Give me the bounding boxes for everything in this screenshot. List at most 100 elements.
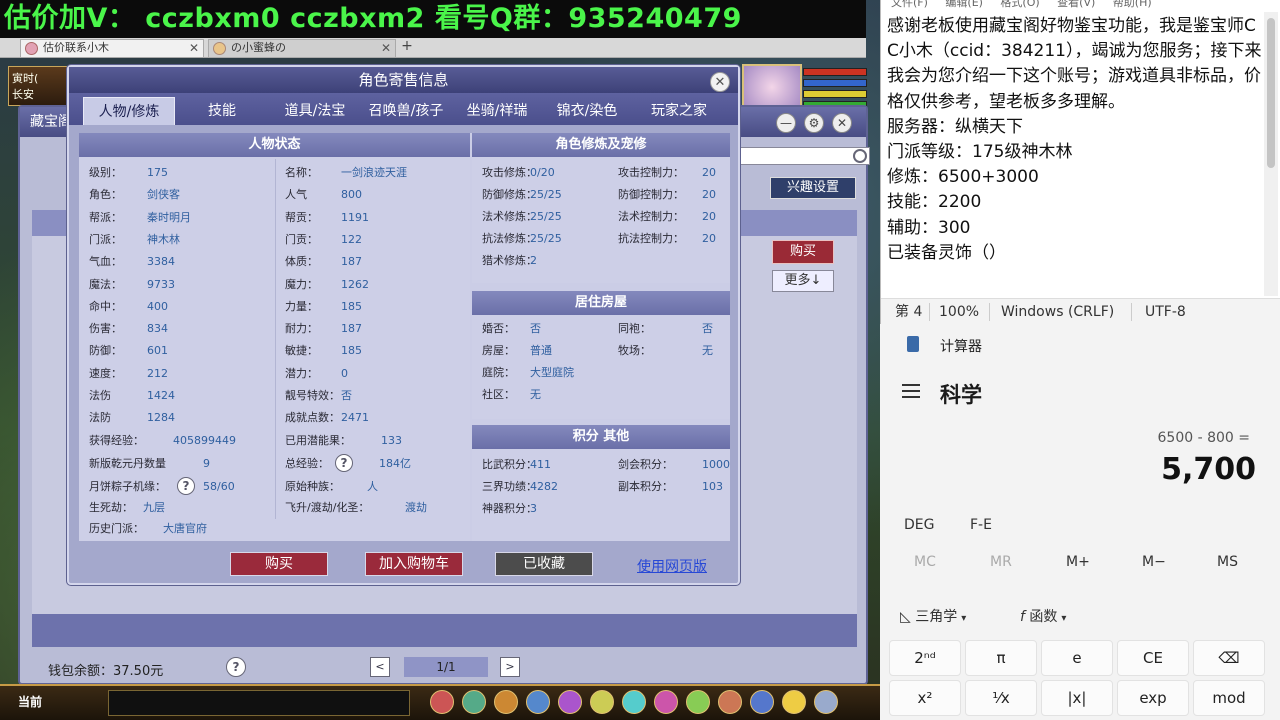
browser-tab-1[interactable]: 估价联系小木 ✕: [20, 39, 204, 57]
divider: [1131, 303, 1132, 321]
info-row: 三界功绩： 4282: [482, 479, 558, 495]
stat-row: 新版乾元丹数量 9: [89, 457, 210, 470]
info-row: 抗法控制力： 20: [618, 231, 716, 247]
stat-label: 魔力：: [285, 277, 318, 291]
search-input[interactable]: [740, 147, 870, 165]
square-key[interactable]: x²: [889, 680, 961, 716]
mod-key[interactable]: mod: [1193, 680, 1265, 716]
add-to-cart-button[interactable]: 加入购物车: [365, 552, 463, 576]
clear-entry-key[interactable]: CE: [1117, 640, 1189, 676]
chat-input[interactable]: [108, 690, 410, 716]
web-version-link[interactable]: 使用网页版: [637, 556, 707, 576]
deg-toggle[interactable]: DEG: [904, 517, 934, 533]
info-row: 牧场： 无: [618, 343, 713, 359]
euler-key[interactable]: e: [1041, 640, 1113, 676]
stat-row: 耐力： 187: [285, 321, 362, 337]
reciprocal-key[interactable]: ¹⁄x: [965, 680, 1037, 716]
tab-close-icon[interactable]: ✕: [381, 40, 391, 56]
prev-page-button[interactable]: <: [370, 657, 390, 677]
help-icon[interactable]: ?: [177, 477, 195, 495]
chat-channel-label[interactable]: 当前: [18, 693, 42, 710]
calculator-mode: 科学: [940, 383, 982, 407]
search-icon[interactable]: [853, 149, 867, 163]
absolute-key[interactable]: |x|: [1041, 680, 1113, 716]
hamburger-menu-icon[interactable]: [902, 384, 922, 400]
memory-subtract-button[interactable]: M−: [1142, 554, 1166, 570]
skill-icon[interactable]: [430, 690, 454, 714]
next-page-button[interactable]: >: [500, 657, 520, 677]
second-function-key[interactable]: 2ⁿᵈ: [889, 640, 961, 676]
function-menu[interactable]: f 函数 ▾: [1020, 606, 1066, 626]
memory-store-button[interactable]: MS: [1217, 554, 1238, 570]
notepad-window: 文件(F) 编辑(E) 格式(O) 查看(V) 帮助(H) 感谢老板使用藏宝阁好…: [880, 0, 1280, 324]
skill-icon[interactable]: [750, 690, 774, 714]
skill-icon[interactable]: [622, 690, 646, 714]
tab-mounts[interactable]: 坐骑/祥瑞: [455, 97, 539, 125]
skill-icon[interactable]: [686, 690, 710, 714]
gear-icon[interactable]: ⚙: [804, 113, 824, 133]
browser-tab-label: の小蜜蜂の: [231, 41, 286, 54]
notepad-menu-bar[interactable]: 文件(F) 编辑(E) 格式(O) 查看(V) 帮助(H): [881, 0, 1280, 10]
tab-player-home[interactable]: 玩家之家: [637, 97, 721, 125]
tab-pets[interactable]: 召唤兽/孩子: [359, 97, 453, 125]
skill-icon[interactable]: [654, 690, 678, 714]
skill-icon[interactable]: [558, 690, 582, 714]
info-value: 20: [702, 166, 716, 179]
skill-icon[interactable]: [782, 690, 806, 714]
dialog-close-icon[interactable]: ✕: [710, 72, 730, 92]
tab-items[interactable]: 道具/法宝: [273, 97, 357, 125]
browser-tab-2[interactable]: の小蜜蜂の ✕: [208, 39, 396, 57]
status-panel-title: 人物状态: [79, 133, 470, 157]
backspace-icon[interactable]: ⌫: [1193, 640, 1265, 676]
favorited-button[interactable]: 已收藏: [495, 552, 593, 576]
trigonometry-menu[interactable]: ◺ 三角学 ▾: [900, 606, 966, 626]
memory-recall-button[interactable]: MR: [990, 554, 1012, 570]
stat-value: 2471: [341, 411, 369, 425]
game-bottom-bar: 当前: [0, 684, 880, 720]
house-panel-title: 居住房屋: [472, 291, 730, 315]
stat-label: 门派：: [89, 232, 122, 246]
info-value: 1000: [702, 458, 730, 471]
tab-skills[interactable]: 技能: [191, 97, 253, 125]
character-avatar[interactable]: [742, 64, 802, 110]
more-button[interactable]: 更多↓: [772, 270, 834, 292]
side-buy-button[interactable]: 购买: [772, 240, 834, 264]
skill-icon[interactable]: [814, 690, 838, 714]
info-row: 抗法修炼： 25/25: [482, 231, 562, 247]
close-icon[interactable]: ✕: [832, 113, 852, 133]
skill-icon[interactable]: [494, 690, 518, 714]
stat-value: 否: [341, 389, 352, 402]
info-row: 神器积分： 3: [482, 501, 537, 517]
exp-key[interactable]: exp: [1117, 680, 1189, 716]
fe-toggle[interactable]: F-E: [970, 517, 992, 533]
tab-close-icon[interactable]: ✕: [189, 40, 199, 56]
stat-row: 气血： 3384: [89, 254, 175, 270]
stat-value: 秦时明月: [147, 210, 191, 224]
memory-clear-button[interactable]: MC: [914, 554, 936, 570]
minimize-icon[interactable]: —: [776, 113, 796, 133]
stat-row: 门派： 神木林: [89, 232, 180, 248]
info-row: 房屋： 普通: [482, 343, 552, 359]
skill-icon[interactable]: [462, 690, 486, 714]
skill-icon[interactable]: [718, 690, 742, 714]
info-row: 社区： 无: [482, 387, 541, 403]
help-icon[interactable]: ?: [335, 454, 353, 472]
notepad-scrollbar[interactable]: [1264, 12, 1278, 296]
interest-settings-button[interactable]: 兴趣设置: [770, 177, 856, 199]
tab-outfits[interactable]: 锦衣/染色: [545, 97, 629, 125]
stat-label: 体质：: [285, 255, 318, 269]
help-icon[interactable]: ?: [226, 657, 246, 677]
memory-add-button[interactable]: M+: [1066, 554, 1090, 570]
tab-character[interactable]: 人物/修炼: [83, 97, 175, 125]
pi-key[interactable]: π: [965, 640, 1037, 676]
skill-icon[interactable]: [526, 690, 550, 714]
new-tab-button[interactable]: +: [400, 39, 414, 54]
stat-row: 命中： 400: [89, 299, 168, 315]
scroll-thumb[interactable]: [1267, 18, 1275, 168]
notepad-text-area[interactable]: 感谢老板使用藏宝阁好物鉴宝功能，我是鉴宝师CC小木（ccid：38​​4211）…: [887, 14, 1263, 296]
info-value: 411: [530, 458, 551, 471]
buy-button[interactable]: 购买: [230, 552, 328, 576]
skill-icon[interactable]: [590, 690, 614, 714]
points-panel-title: 积分 其他: [472, 425, 730, 449]
stat-row: 原始种族： 人: [285, 480, 378, 493]
